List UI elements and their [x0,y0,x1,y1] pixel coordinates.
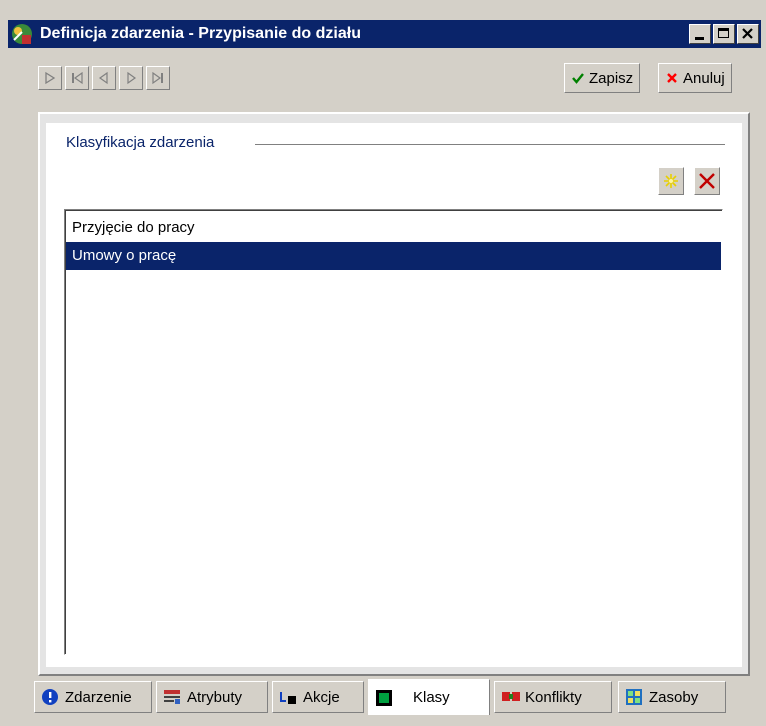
new-record-button[interactable] [38,66,62,90]
cancel-button[interactable]: Anuluj [658,63,732,93]
list-item[interactable]: Przyjęcie do pracy [66,214,721,242]
resources-icon [625,688,643,706]
tab-label: Konflikty [525,688,582,706]
tab-label: Zdarzenie [65,688,132,706]
conflicts-icon [501,688,520,706]
tab-konflikty[interactable]: Konflikty [494,681,612,713]
next-record-icon [127,71,137,85]
window-title: Definicja zdarzenia - Przypisanie do dzi… [40,25,361,42]
tab-klasy[interactable]: Klasy [368,679,490,715]
actions-icon [279,688,297,706]
list-item-selected[interactable]: Umowy o pracę [66,242,721,270]
attributes-icon [163,688,181,706]
minimize-icon [695,37,704,40]
title-bar: Definicja zdarzenia - Przypisanie do dzi… [8,20,761,48]
first-record-button[interactable] [65,66,89,90]
first-record-icon [72,71,83,85]
tab-label: Atrybuty [187,688,243,706]
window-controls [689,24,759,44]
tab-label: Akcje [303,688,340,706]
tab-label: Zasoby [649,688,699,706]
previous-record-button[interactable] [92,66,116,90]
next-record-button[interactable] [119,66,143,90]
tab-label: Klasy [413,689,450,706]
close-button[interactable] [737,24,759,44]
maximize-button[interactable] [713,24,735,44]
section-label: Klasyfikacja zdarzenia [66,134,221,151]
maximize-icon [718,28,729,38]
section-divider [255,144,725,145]
tab-akcje[interactable]: Akcje [272,681,364,713]
window: Definicja zdarzenia - Przypisanie do dzi… [0,0,766,726]
cancel-x-icon [667,73,677,83]
save-label: Zapisz [589,69,634,87]
last-record-button[interactable] [146,66,170,90]
app-icon[interactable] [10,22,34,46]
tab-atrybuty[interactable]: Atrybuty [156,681,268,713]
tab-zdarzenie[interactable]: Zdarzenie [34,681,152,713]
add-button[interactable] [658,167,684,195]
previous-record-icon [98,71,108,85]
delete-button[interactable] [694,167,720,195]
new-record-icon [45,71,56,85]
minimize-button[interactable] [689,24,711,44]
close-icon [742,28,753,39]
classes-icon [375,689,393,707]
info-icon [41,688,59,706]
classification-list[interactable]: Przyjęcie do pracy Umowy o pracę [64,209,723,655]
checkmark-icon [572,73,584,84]
add-sparkle-icon [664,174,678,188]
cancel-label: Anuluj [683,69,725,87]
delete-x-icon [699,173,715,189]
save-button[interactable]: Zapisz [564,63,641,93]
tab-zasoby[interactable]: Zasoby [618,681,726,713]
last-record-icon [152,71,163,85]
